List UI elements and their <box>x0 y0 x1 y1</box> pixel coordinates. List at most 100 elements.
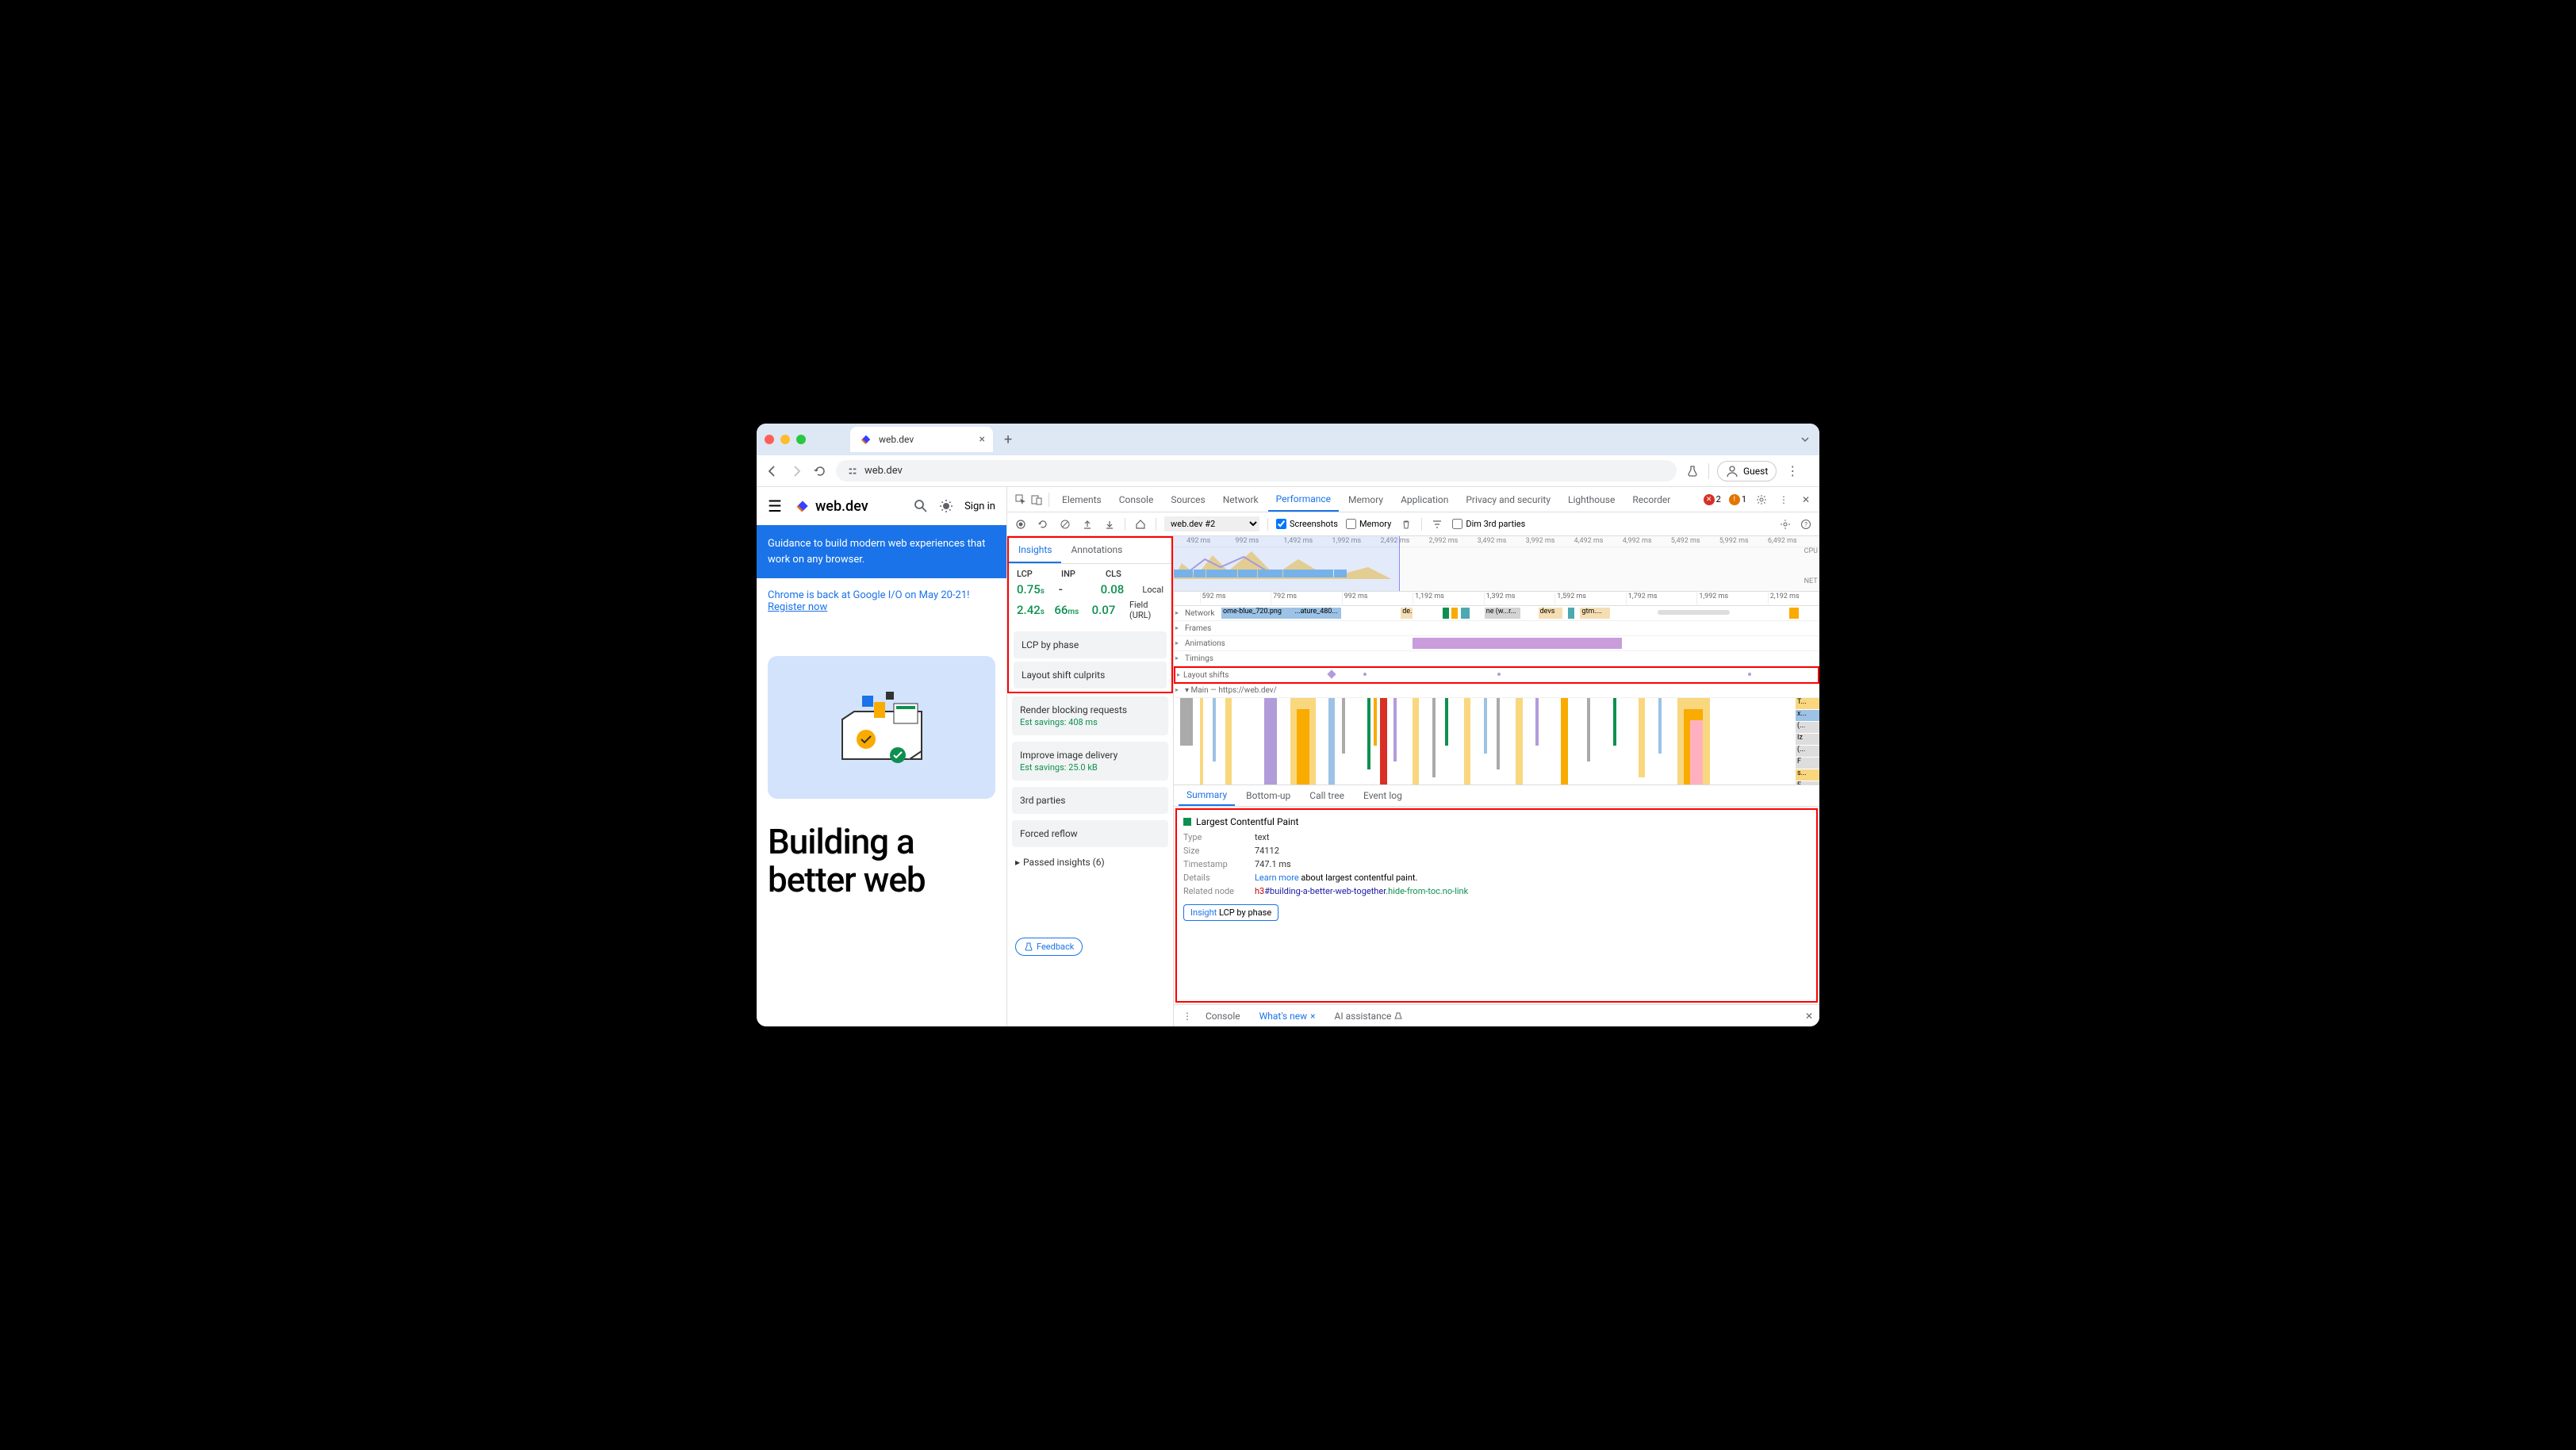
devtools-panel: Elements Console Sources Network Perform… <box>1007 487 1819 1026</box>
browser-addressbar: web.dev Guest ⋮ <box>757 455 1819 487</box>
layout-shifts-track[interactable]: Layout shifts <box>1174 666 1819 684</box>
drawer-menu-icon[interactable]: ⋮ <box>1180 1009 1194 1023</box>
devtools-tabbar: Elements Console Sources Network Perform… <box>1007 487 1819 512</box>
close-window-button[interactable] <box>765 435 774 444</box>
drawer-console-tab[interactable]: Console <box>1198 1005 1248 1026</box>
insight-3rd-parties[interactable]: 3rd parties <box>1012 787 1168 814</box>
reload-record-icon[interactable] <box>1036 517 1050 531</box>
memory-checkbox[interactable]: Memory <box>1346 519 1391 529</box>
back-button[interactable] <box>765 463 780 479</box>
site-settings-icon[interactable] <box>847 466 858 477</box>
home-icon[interactable] <box>1133 517 1148 531</box>
chrome-menu-icon[interactable]: ⋮ <box>1784 463 1800 479</box>
webdev-favicon-icon <box>860 433 872 446</box>
recording-select[interactable]: web.dev #2 <box>1164 516 1259 531</box>
detail-ruler[interactable]: 592 ms 792 ms 992 ms 1,192 ms 1,392 ms 1… <box>1174 592 1819 606</box>
feedback-button[interactable]: Feedback <box>1015 938 1083 956</box>
tab-network[interactable]: Network <box>1215 487 1267 512</box>
gc-icon[interactable] <box>1399 517 1413 531</box>
animations-track[interactable]: Animations <box>1174 636 1819 651</box>
insight-lcp-phase[interactable]: LCP by phase <box>1014 631 1167 658</box>
page-headline: Building a better web <box>757 823 1006 900</box>
flame-chart-tracks[interactable]: Network ome-blue_720.png ...ature_480...… <box>1174 606 1819 784</box>
svg-text:?: ? <box>1804 521 1807 528</box>
register-now-link[interactable]: Register now <box>768 601 827 613</box>
close-tab-icon[interactable]: × <box>979 433 985 446</box>
insight-image-delivery[interactable]: Improve image delivery Est savings: 25.0… <box>1012 742 1168 781</box>
passed-insights-toggle[interactable]: ▸ Passed insights (6) <box>1007 850 1173 874</box>
filter-icon[interactable] <box>1430 517 1444 531</box>
event-log-tab[interactable]: Event log <box>1355 785 1410 806</box>
call-tree-tab[interactable]: Call tree <box>1301 785 1352 806</box>
close-devtools-icon[interactable]: ✕ <box>1799 493 1813 507</box>
summary-title: Largest Contentful Paint <box>1196 816 1298 827</box>
device-toolbar-icon[interactable] <box>1029 493 1044 507</box>
forward-button[interactable] <box>788 463 804 479</box>
tab-privacy[interactable]: Privacy and security <box>1458 487 1558 512</box>
related-node-link[interactable]: h3#building-a-better-web-together.hide-f… <box>1255 886 1468 896</box>
clear-icon[interactable] <box>1058 517 1072 531</box>
error-count-badge[interactable]: ✕2 <box>1704 494 1721 505</box>
tab-lighthouse[interactable]: Lighthouse <box>1560 487 1623 512</box>
tab-application[interactable]: Application <box>1393 487 1456 512</box>
record-button-icon[interactable] <box>1014 517 1028 531</box>
flask-icon <box>1394 1012 1402 1020</box>
summary-tab[interactable]: Summary <box>1179 785 1235 806</box>
timings-track[interactable]: Timings <box>1174 651 1819 666</box>
new-tab-button[interactable]: + <box>998 432 1018 448</box>
person-icon <box>1726 465 1738 478</box>
hero-illustration <box>768 656 995 799</box>
insights-tab[interactable]: Insights <box>1009 538 1061 563</box>
tab-memory[interactable]: Memory <box>1340 487 1391 512</box>
reload-button[interactable] <box>812 463 828 479</box>
help-icon[interactable]: ? <box>1799 517 1813 531</box>
minimize-window-button[interactable] <box>780 435 790 444</box>
maximize-window-button[interactable] <box>796 435 806 444</box>
insight-render-blocking[interactable]: Render blocking requests Est savings: 40… <box>1012 696 1168 735</box>
upload-icon[interactable] <box>1080 517 1094 531</box>
drawer-close-icon[interactable]: ✕ <box>1805 1011 1813 1022</box>
insight-forced-reflow[interactable]: Forced reflow <box>1012 820 1168 847</box>
screenshots-checkbox[interactable]: Screenshots <box>1276 519 1338 529</box>
drawer-whatsnew-tab[interactable]: What's new × <box>1252 1005 1324 1026</box>
drawer-ai-tab[interactable]: AI assistance <box>1327 1005 1411 1026</box>
hamburger-menu-icon[interactable]: ☰ <box>768 497 782 516</box>
annotations-tab[interactable]: Annotations <box>1061 538 1132 563</box>
settings-gear-icon[interactable] <box>1754 493 1769 507</box>
sign-in-link[interactable]: Sign in <box>964 501 995 512</box>
window-controls <box>765 435 806 444</box>
drawer-tabs: ⋮ Console What's new × AI assistance ✕ <box>1174 1004 1819 1026</box>
tab-title: web.dev <box>879 434 914 445</box>
dim-3p-checkbox[interactable]: Dim 3rd parties <box>1452 519 1525 529</box>
learn-more-link[interactable]: Learn more <box>1255 873 1299 883</box>
warning-count-badge[interactable]: !1 <box>1729 494 1746 505</box>
tab-performance[interactable]: Performance <box>1268 487 1339 512</box>
browser-window: web.dev × + web.dev Guest ⋮ ☰ <box>757 424 1819 1026</box>
tab-sources[interactable]: Sources <box>1163 487 1213 512</box>
devtools-menu-icon[interactable]: ⋮ <box>1777 493 1791 507</box>
timeline-overview[interactable]: 492 ms 992 ms 1,492 ms 1,992 ms 2,492 ms… <box>1174 536 1819 592</box>
frames-track[interactable]: Frames <box>1174 621 1819 636</box>
tab-recorder[interactable]: Recorder <box>1624 487 1678 512</box>
profile-button[interactable]: Guest <box>1717 461 1777 481</box>
inspect-element-icon[interactable] <box>1014 493 1028 507</box>
flame-chart-area: 492 ms 992 ms 1,492 ms 1,992 ms 2,492 ms… <box>1174 536 1819 1026</box>
insight-chip-button[interactable]: Insight LCP by phase <box>1183 904 1278 921</box>
tab-elements[interactable]: Elements <box>1054 487 1110 512</box>
download-icon[interactable] <box>1102 517 1117 531</box>
main-track[interactable]: ▾ Main — https://web.dev/ <box>1174 684 1819 698</box>
metrics-table: LCP INP CLS 0.75s - 0.08 Local <box>1009 564 1171 628</box>
tab-console[interactable]: Console <box>1111 487 1162 512</box>
webdev-logo-icon <box>795 498 811 514</box>
browser-tab[interactable]: web.dev × <box>850 427 993 452</box>
webdev-logo[interactable]: web.dev <box>795 498 868 515</box>
theme-toggle-icon[interactable] <box>939 499 953 513</box>
insight-layout-culprits[interactable]: Layout shift culprits <box>1014 662 1167 689</box>
search-icon[interactable] <box>914 499 928 513</box>
network-track[interactable]: Network ome-blue_720.png ...ature_480...… <box>1174 606 1819 621</box>
bottom-up-tab[interactable]: Bottom-up <box>1238 785 1298 806</box>
capture-settings-icon[interactable] <box>1778 517 1792 531</box>
labs-icon[interactable] <box>1685 463 1700 479</box>
url-input[interactable]: web.dev <box>836 460 1677 481</box>
tabs-dropdown-icon[interactable] <box>1800 435 1810 444</box>
